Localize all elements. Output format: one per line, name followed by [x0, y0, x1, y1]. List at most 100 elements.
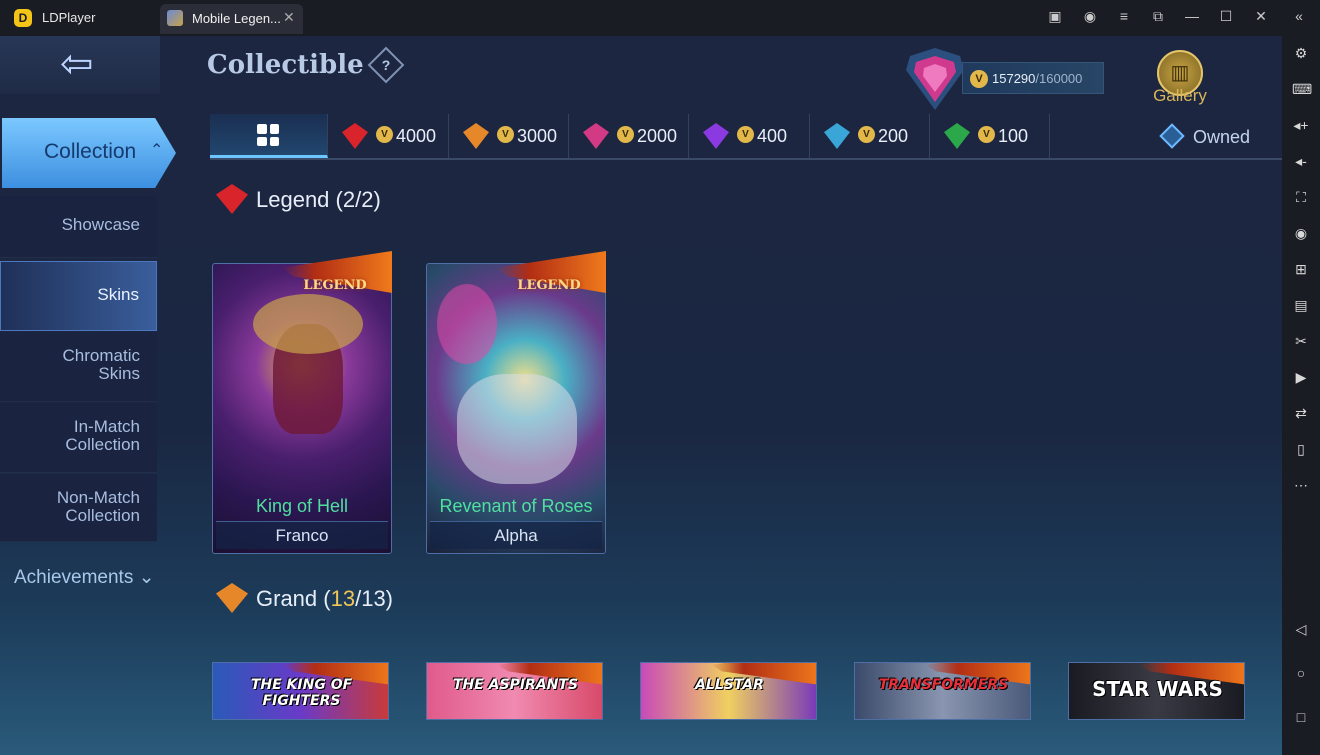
skin-name: King of Hell [255, 496, 349, 516]
event-logo: STAR WARS [1092, 677, 1223, 701]
coin-icon: V [970, 70, 988, 88]
grand-skin-card[interactable]: THE KING OF FIGHTERS [212, 662, 389, 720]
rank-emblem-icon [906, 48, 964, 110]
menu-item-chromatic-skins[interactable]: Chromatic Skins [0, 332, 157, 402]
scissors-icon[interactable]: ✂ [1292, 332, 1310, 350]
owned-count: 2 [342, 187, 356, 212]
gem-orange-icon [463, 123, 489, 149]
popout-icon[interactable]: ⧉ [1148, 8, 1168, 25]
coin-icon: V [737, 126, 754, 143]
skin-name: Revenant of Roses [439, 496, 593, 516]
coin-icon: V [978, 126, 995, 143]
back-arrow-icon: ⇦ [60, 42, 94, 86]
add-icon[interactable]: ⊞ [1292, 260, 1310, 278]
tab-mobile-legends[interactable]: Mobile Legen... ✕ [160, 4, 303, 34]
section-title: Legend [256, 187, 330, 212]
gem-pink-icon [583, 123, 609, 149]
tab-price-400[interactable]: V 400 [689, 114, 810, 158]
help-icon[interactable]: ? [367, 46, 405, 84]
menu-item-in-match-collection[interactable]: In-Match Collection [0, 403, 157, 473]
legend-badge: LEGEND [303, 278, 367, 293]
gem-red-icon [216, 184, 248, 214]
owned-checkbox[interactable] [1159, 123, 1185, 149]
minimize-button[interactable]: — [1182, 8, 1202, 24]
event-logo: ALLSTAR [695, 677, 764, 693]
tab-price-3000[interactable]: V 3000 [449, 114, 569, 158]
back-button[interactable]: ⇦ [0, 36, 160, 94]
menu-collection-label: Collection [44, 140, 137, 163]
grand-skin-card[interactable]: STAR WARS [1068, 662, 1245, 720]
more-icon[interactable]: ⋯ [1292, 476, 1310, 494]
gallery-button[interactable]: ▥ Gallery [1148, 48, 1212, 110]
gem-red-icon [342, 123, 368, 149]
tab-price-200[interactable]: V 200 [810, 114, 930, 158]
gallery-label: Gallery [1153, 86, 1207, 105]
gem-purple-icon [703, 123, 729, 149]
coin-icon: V [376, 126, 393, 143]
owned-count: 13 [330, 586, 356, 611]
tab-title: Mobile Legen... [192, 11, 281, 26]
grand-skin-card[interactable]: THE ASPIRANTS [426, 662, 603, 720]
close-button[interactable]: ✕ [1251, 8, 1271, 25]
coin-icon: V [497, 126, 514, 143]
apk-icon[interactable]: ▤ [1292, 296, 1310, 314]
tab-price-4000[interactable]: V 4000 [328, 114, 449, 158]
gem-green-icon [944, 123, 970, 149]
location-icon[interactable]: ◉ [1292, 224, 1310, 242]
shake-icon[interactable]: ▯ [1292, 440, 1310, 458]
gift-icon[interactable]: ▣ [1045, 8, 1065, 25]
price-filter-bar: V 4000 V 3000 V 2000 V 400 V 200 V 100 O… [210, 114, 1282, 160]
volume-down-icon[interactable]: ◂- [1292, 152, 1310, 170]
event-logo: THE KING OF FIGHTERS [250, 677, 353, 709]
maximize-button[interactable]: ☐ [1216, 8, 1236, 25]
chevron-up-icon: ⌃ [150, 142, 164, 159]
grid-icon [257, 124, 279, 146]
collapse-sidebar-icon[interactable]: « [1289, 8, 1309, 24]
tab-close-icon[interactable]: ✕ [283, 9, 295, 26]
back-nav-icon[interactable]: ◁ [1292, 620, 1310, 638]
tab-price-100[interactable]: V 100 [930, 114, 1050, 158]
gem-blue-icon [824, 123, 850, 149]
grand-skin-card[interactable]: ALLSTAR [640, 662, 817, 720]
skin-card[interactable]: LEGEND Revenant of Roses Alpha [426, 251, 606, 554]
skin-card[interactable]: LEGEND King of Hell Franco [212, 251, 392, 554]
chevron-down-icon: ⌄ [138, 567, 155, 588]
fullscreen-icon[interactable]: ⛶ [1292, 188, 1310, 206]
collection-points: V 157290/160000 [962, 62, 1104, 94]
menu-icon[interactable]: ≡ [1114, 8, 1134, 24]
app-name: LDPlayer [42, 10, 96, 25]
settings-icon[interactable]: ⚙ [1292, 44, 1310, 62]
game-icon [167, 10, 183, 26]
record-icon[interactable]: ▶ [1292, 368, 1310, 386]
menu-item-skins[interactable]: Skins [0, 261, 157, 331]
gem-orange-icon [216, 583, 248, 613]
account-icon[interactable]: ◉ [1080, 8, 1100, 25]
sync-icon[interactable]: ⇄ [1292, 404, 1310, 422]
menu-collection[interactable]: Collection ⌃ [0, 118, 186, 188]
tab-price-2000[interactable]: V 2000 [569, 114, 689, 158]
emulator-window: D LDPlayer Mobile Legen... ✕ ▣ ◉ ≡ ⧉ — ☐… [0, 0, 1320, 755]
home-nav-icon[interactable]: ○ [1292, 664, 1310, 682]
owned-label[interactable]: Owned [1193, 127, 1250, 148]
hero-name: Franco [216, 521, 388, 549]
menu-item-showcase[interactable]: Showcase [0, 196, 157, 258]
event-logo: TRANSFORMERS [878, 677, 1009, 693]
grand-skin-card[interactable]: TRANSFORMERS [854, 662, 1031, 720]
points-max: /160000 [1035, 71, 1083, 86]
page-title: Collectible [207, 50, 364, 80]
menu-item-non-match-collection[interactable]: Non-Match Collection [0, 474, 157, 542]
points-current: 157290 [992, 71, 1036, 86]
tab-all[interactable] [210, 114, 328, 158]
legend-badge: LEGEND [517, 278, 581, 293]
game-screen: ⇦ Collectible ? V 157290/160000 ▥ Galler… [0, 36, 1282, 755]
title-bar: D LDPlayer Mobile Legen... ✕ ▣ ◉ ≡ ⧉ — ☐… [0, 0, 1320, 36]
hero-name: Alpha [430, 521, 602, 549]
volume-up-icon[interactable]: ◂+ [1292, 116, 1310, 134]
section-title: Grand [256, 586, 318, 611]
ldplayer-logo-icon: D [14, 9, 32, 27]
coin-icon: V [858, 126, 875, 143]
recents-nav-icon[interactable]: □ [1292, 708, 1310, 726]
keyboard-icon[interactable]: ⌨ [1292, 80, 1312, 98]
emulator-toolbar: ⚙ ⌨ ◂+ ◂- ⛶ ◉ ⊞ ▤ ✂ ▶ ⇄ ▯ ⋯ ◁ ○ □ [1282, 36, 1320, 755]
menu-achievements[interactable]: Achievements ⌄ [14, 566, 155, 589]
